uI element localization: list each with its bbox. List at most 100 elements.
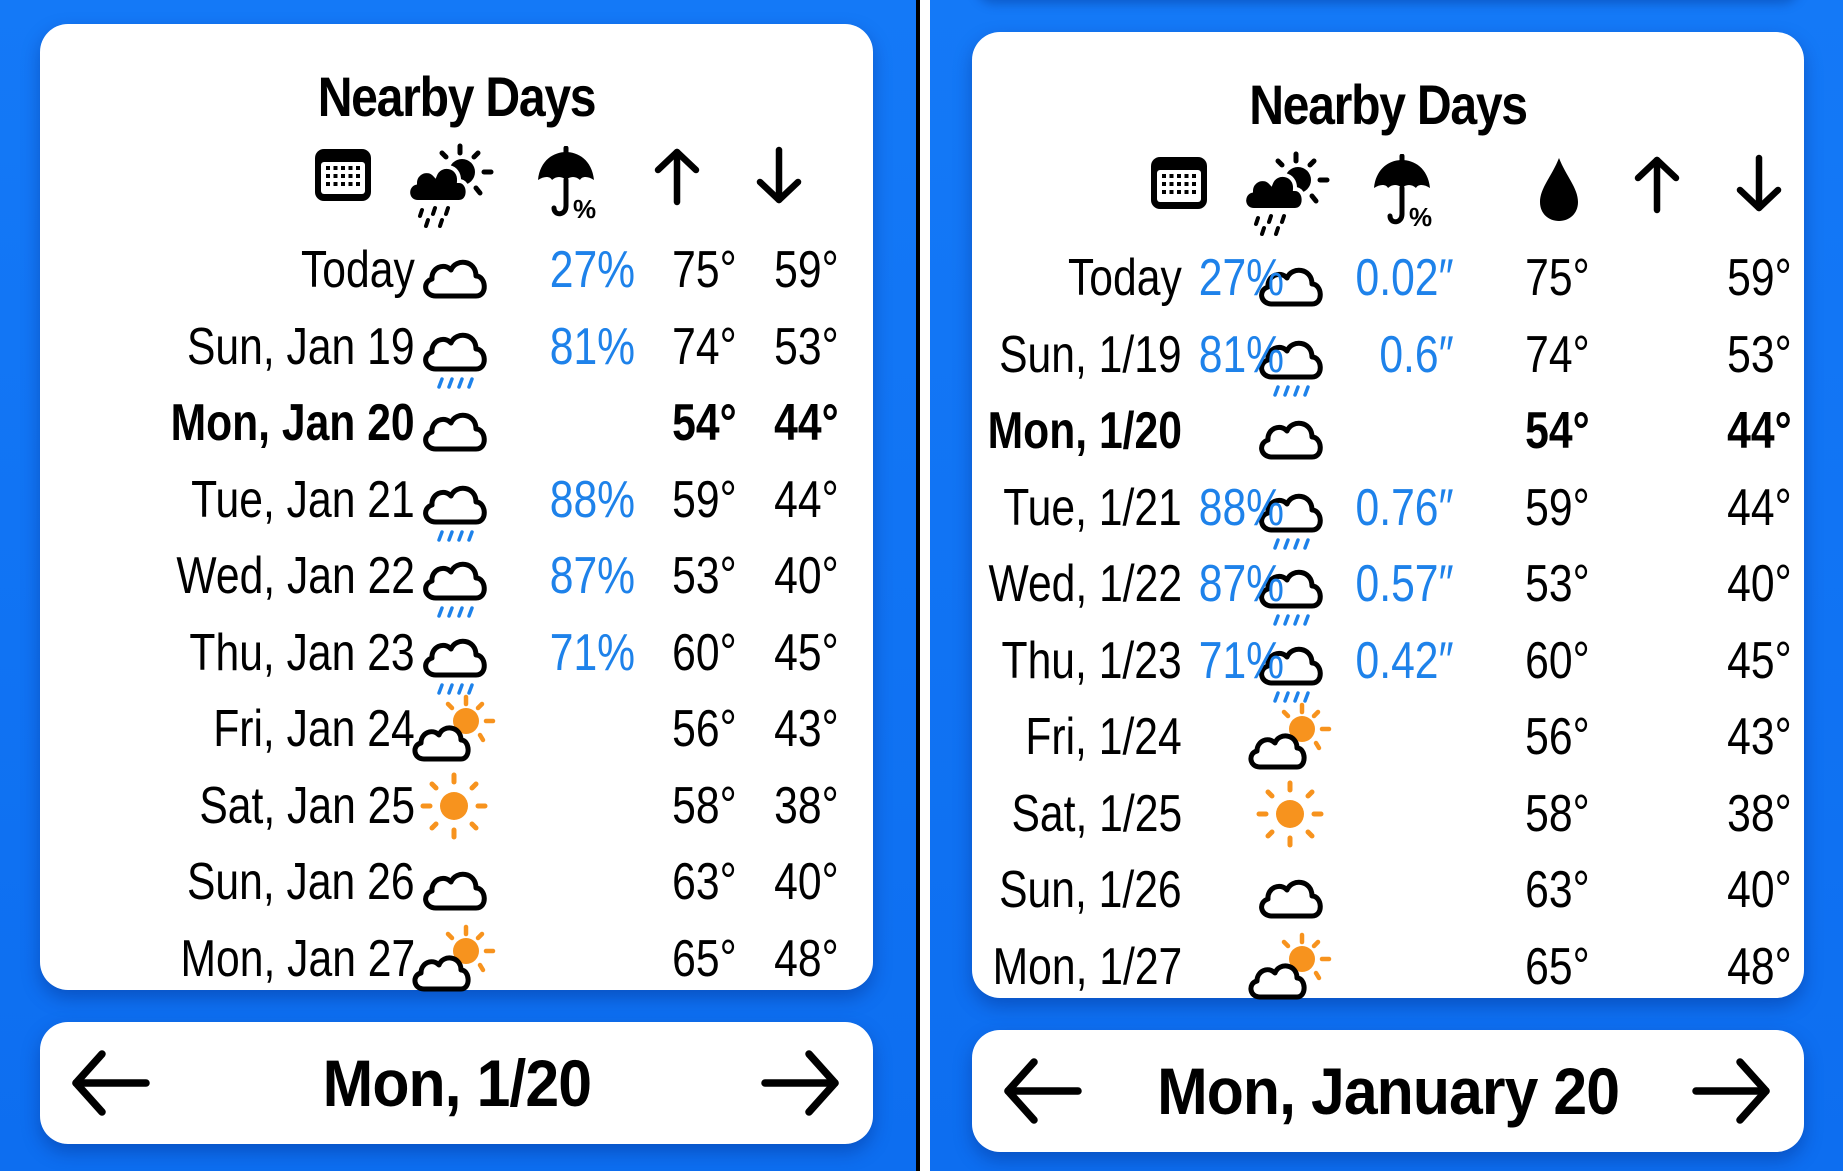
precip-amount: 0.42″ (1355, 631, 1454, 690)
day-row[interactable]: Fri, Jan 24 56° 43° (40, 694, 873, 777)
high-temp: 54° (1525, 402, 1590, 460)
low-temp: 44° (1727, 402, 1792, 460)
high-temp: 74° (672, 317, 737, 376)
day-row[interactable]: Wed, 1/22 87% 0.57″ 53° 40° (972, 554, 1804, 632)
day-row[interactable]: Thu, 1/23 71% 0.42″ 60° 45° (972, 631, 1804, 709)
high-temp: 60° (1525, 631, 1590, 690)
arrow-right-icon (1692, 1058, 1770, 1124)
day-date: Mon, 1/20 (987, 402, 1182, 460)
split-divider (916, 0, 930, 1171)
selected-date-text: Mon, January 20 (1156, 1054, 1620, 1128)
day-row[interactable]: Sat, 1/25 58° 38° (972, 780, 1804, 862)
day-row[interactable]: Sun, Jan 19 81% 74° 53° (40, 317, 873, 395)
day-row[interactable]: Wed, Jan 22 87% 53° 40° (40, 546, 873, 624)
cloud-icon (418, 248, 490, 308)
low-temp: 43° (1727, 708, 1792, 766)
svg-text:%: % (1409, 202, 1432, 230)
low-temp: 48° (1727, 937, 1792, 996)
arrow-up-icon (652, 146, 702, 206)
day-date: Tue, Jan 21 (191, 470, 415, 529)
high-temp: 56° (672, 700, 737, 758)
day-date: Sun, Jan 26 (187, 853, 415, 911)
low-temp: 40° (774, 547, 839, 605)
day-date: Thu, Jan 23 (189, 623, 415, 682)
selected-date-text: Mon, 1/20 (322, 1046, 591, 1120)
cloud-icon (1254, 409, 1326, 469)
precip-chance: 71% (549, 623, 635, 682)
high-temp: 54° (672, 394, 737, 452)
cloud-icon (1254, 868, 1326, 928)
cloud-sun-icon (410, 923, 496, 995)
umbrella-percent-icon: % (536, 146, 606, 222)
low-temp: 44° (774, 394, 839, 452)
precip-amount: 0.76″ (1355, 478, 1454, 537)
calendar-icon (1148, 154, 1210, 212)
right-panel: Nearby Days % Today 27% 0.02″ 75° 59° Sun, 1/… (930, 0, 1843, 1171)
sun-icon (418, 770, 490, 842)
svg-text:%: % (573, 194, 596, 222)
high-temp: 59° (1525, 478, 1590, 537)
low-temp: 38° (774, 776, 839, 835)
precip-amount: 0.57″ (1355, 555, 1454, 613)
precip-chance: 27% (1198, 249, 1284, 307)
nearby-days-card: Nearby Days % Today 27% 75° 59° Sun, Jan 19 8… (40, 24, 873, 991)
next-day-button[interactable] (757, 1048, 843, 1118)
day-row[interactable]: Fri, 1/24 56° 43° (972, 702, 1804, 785)
day-row[interactable]: Thu, Jan 23 71% 60° 45° (40, 623, 873, 701)
high-temp: 60° (672, 623, 737, 682)
day-row[interactable]: Sun, 1/19 81% 0.6″ 74° 53° (972, 325, 1804, 403)
high-temp: 65° (672, 929, 737, 988)
precip-chance: 27% (549, 241, 635, 299)
low-temp: 38° (1727, 784, 1792, 843)
arrow-up-icon (1632, 154, 1682, 214)
day-date: Sun, Jan 19 (187, 317, 415, 376)
cloud-icon (418, 401, 490, 461)
day-row[interactable]: Mon, 1/27 65° 48° (972, 932, 1804, 1015)
next-day-button[interactable] (1688, 1056, 1774, 1126)
cloud-sun-rain-icon (1238, 150, 1330, 236)
day-row[interactable]: Today 27% 75° 59° (40, 240, 873, 318)
day-row[interactable]: Sat, Jan 25 58° 38° (40, 772, 873, 854)
cloud-rain-icon (418, 478, 490, 552)
cloud-rain-icon (418, 554, 490, 628)
precip-amount: 0.6″ (1379, 325, 1454, 384)
calendar-icon (312, 146, 374, 204)
day-row-selected[interactable]: Mon, 1/20 54° 44° (972, 401, 1804, 479)
high-temp: 63° (1525, 861, 1590, 919)
selected-date-label: Mon, January 20 (972, 1030, 1804, 1152)
card-title: Nearby Days (1249, 73, 1528, 136)
day-date: Today (1068, 249, 1182, 307)
day-date: Mon, 1/27 (992, 937, 1182, 996)
high-temp: 75° (1525, 249, 1590, 307)
sun-icon (1254, 778, 1326, 850)
selected-date-label: Mon, 1/20 (40, 1022, 873, 1144)
precip-chance: 81% (1198, 325, 1284, 384)
high-temp: 75° (672, 241, 737, 299)
precip-chance: 87% (1198, 555, 1284, 613)
cloud-rain-icon (418, 325, 490, 399)
day-row[interactable]: Today 27% 0.02″ 75° 59° (972, 248, 1804, 326)
low-temp: 44° (1727, 478, 1792, 537)
day-date: Fri, Jan 24 (213, 700, 415, 758)
high-temp: 63° (672, 853, 737, 911)
day-date: Sat, 1/25 (1011, 784, 1182, 843)
precip-chance: 87% (549, 547, 635, 605)
high-temp: 53° (1525, 555, 1590, 613)
day-row-selected[interactable]: Mon, Jan 20 54° 44° (40, 393, 873, 471)
cloud-sun-icon (1246, 931, 1332, 1003)
cloud-sun-icon (1246, 701, 1332, 773)
day-date: Thu, 1/23 (1001, 631, 1182, 690)
day-row[interactable]: Tue, 1/21 88% 0.76″ 59° 44° (972, 478, 1804, 556)
day-date: Sun, 1/26 (999, 861, 1182, 919)
day-row[interactable]: Sun, 1/26 63° 40° (972, 860, 1804, 938)
cloud-sun-icon (410, 693, 496, 765)
day-row[interactable]: Tue, Jan 21 88% 59° 44° (40, 470, 873, 548)
card-title: Nearby Days (317, 65, 597, 128)
high-temp: 56° (1525, 708, 1590, 766)
high-temp: 59° (672, 470, 737, 529)
high-temp: 74° (1525, 325, 1590, 384)
day-date: Sat, Jan 25 (199, 776, 415, 835)
date-navigator: Mon, January 20 (972, 1030, 1804, 1152)
day-row[interactable]: Sun, Jan 26 63° 40° (40, 852, 873, 930)
day-row[interactable]: Mon, Jan 27 65° 48° (40, 924, 873, 1007)
